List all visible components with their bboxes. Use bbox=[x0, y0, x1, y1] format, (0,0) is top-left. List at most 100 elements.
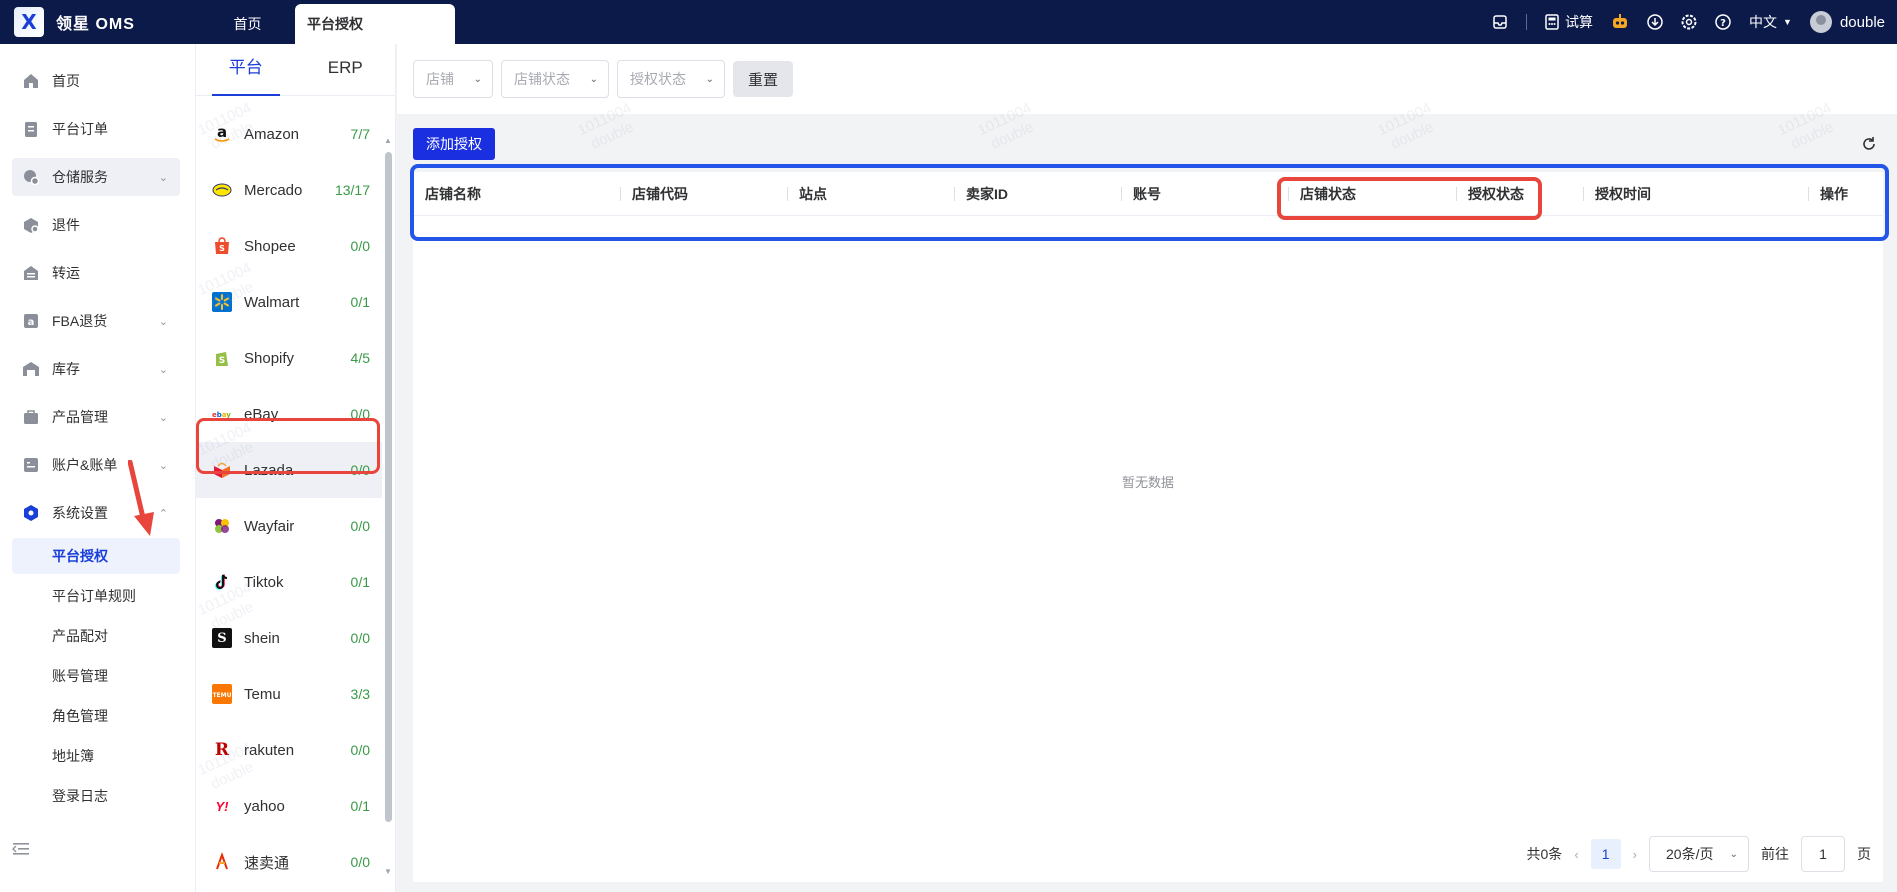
page-number-button[interactable]: 1 bbox=[1590, 839, 1621, 869]
wayfair-logo-icon bbox=[212, 516, 232, 536]
store-select[interactable]: 店铺 ⌄ bbox=[413, 60, 493, 98]
chevron-down-icon: ⌄ bbox=[158, 363, 168, 376]
platform-name: rakuten bbox=[244, 741, 295, 759]
chevron-down-icon: ⌄ bbox=[473, 73, 482, 85]
sidebar-subitem-order-rules[interactable]: 平台订单规则 bbox=[12, 578, 180, 614]
next-page-icon[interactable]: › bbox=[1633, 847, 1637, 862]
platform-name: 速卖通 bbox=[244, 854, 290, 872]
scroll-down-icon[interactable]: ▼ bbox=[384, 867, 392, 876]
mercado-logo-icon bbox=[212, 180, 232, 200]
sidebar-item-transfer[interactable]: 转运 bbox=[12, 254, 180, 292]
user-menu[interactable]: double bbox=[1809, 11, 1885, 33]
scroll-up-icon[interactable]: ▲ bbox=[384, 136, 392, 145]
trial-calc-button[interactable]: 试算 bbox=[1545, 12, 1593, 32]
tab-platform-label: 平台 bbox=[228, 58, 263, 77]
chevron-down-icon: ⌄ bbox=[1729, 848, 1738, 860]
sidebar-item-label: 退件 bbox=[52, 217, 80, 233]
platform-item-shopify[interactable]: S Shopify 4/5 bbox=[196, 330, 382, 386]
sidebar-item-products[interactable]: 产品管理 ⌄ bbox=[12, 398, 180, 436]
annotation-highlight-status-columns bbox=[1277, 177, 1542, 220]
tab-platform-auth[interactable]: 平台授权 bbox=[295, 4, 455, 44]
sidebar-subitem-label: 地址簿 bbox=[52, 748, 94, 764]
sidebar-item-fba-returns[interactable]: a FBA退货 ⌄ bbox=[12, 302, 180, 340]
tab-home[interactable]: 首页 bbox=[200, 0, 295, 44]
download-icon[interactable] bbox=[1647, 14, 1663, 30]
sidebar-subitem-login-log[interactable]: 登录日志 bbox=[12, 778, 180, 814]
platform-item-wayfair[interactable]: Wayfair 0/0 bbox=[196, 498, 382, 554]
platform-name: shein bbox=[244, 629, 280, 647]
tab-platform[interactable]: 平台 bbox=[196, 44, 296, 95]
platform-count: 0/0 bbox=[350, 630, 370, 646]
platform-item-walmart[interactable]: Walmart 0/1 bbox=[196, 274, 382, 330]
platform-name: Shopify bbox=[244, 349, 295, 367]
chevron-up-icon: ⌃ bbox=[158, 507, 168, 520]
platform-item-amazon[interactable]: a Amazon 7/7 bbox=[196, 106, 382, 162]
platform-item-mercado[interactable]: Mercado 13/17 bbox=[196, 162, 382, 218]
sidebar-item-label: 平台订单 bbox=[52, 121, 108, 137]
platform-item-aliexpress[interactable]: 速卖通 0/0 bbox=[196, 834, 382, 890]
platform-item-temu[interactable]: TEMU Temu 3/3 bbox=[196, 666, 382, 722]
platform-name: Walmart bbox=[244, 293, 300, 311]
platform-name: yahoo bbox=[244, 797, 285, 815]
platform-count: 3/3 bbox=[350, 686, 370, 702]
page-size-select[interactable]: 20条/页 ⌄ bbox=[1649, 836, 1749, 872]
prev-page-icon[interactable]: ‹ bbox=[1574, 847, 1578, 862]
scrollbar-thumb[interactable] bbox=[385, 152, 392, 822]
clipboard-icon bbox=[22, 120, 40, 138]
platform-item-tiktok[interactable]: Tiktok 0/1 bbox=[196, 554, 382, 610]
sidebar-subitem-address-book[interactable]: 地址簿 bbox=[12, 738, 180, 774]
refresh-icon[interactable] bbox=[1861, 136, 1877, 157]
rakuten-logo-icon: R bbox=[214, 740, 230, 760]
settings-icon[interactable] bbox=[1681, 14, 1697, 30]
tab-erp-label: ERP bbox=[327, 58, 363, 77]
sidebar-subitem-platform-auth[interactable]: 平台授权 bbox=[12, 538, 180, 574]
inventory-icon bbox=[22, 360, 40, 378]
platform-item-yahoo[interactable]: Y! yahoo 0/1 bbox=[196, 778, 382, 834]
chevron-down-icon: ⌄ bbox=[158, 315, 168, 328]
sidebar-item-platform-orders[interactable]: 平台订单 bbox=[12, 110, 180, 148]
platform-item-rakuten[interactable]: R rakuten 0/0 bbox=[196, 722, 382, 778]
sidebar-item-home[interactable]: 首页 bbox=[12, 62, 180, 100]
sidebar-item-label: 首页 bbox=[52, 73, 80, 89]
store-status-placeholder: 店铺状态 bbox=[514, 71, 570, 87]
platform-scrollbar[interactable]: ▲ ▼ bbox=[383, 106, 393, 876]
inbox-icon[interactable] bbox=[1492, 14, 1508, 30]
fba-icon: a bbox=[22, 312, 40, 330]
tab-erp[interactable]: ERP bbox=[296, 44, 396, 95]
platform-item-shopee[interactable]: S Shopee 0/0 bbox=[196, 218, 382, 274]
svg-text:S: S bbox=[219, 244, 225, 253]
chevron-down-icon: ⌄ bbox=[158, 171, 168, 184]
goto-page-input[interactable]: 1 bbox=[1801, 836, 1845, 872]
sidebar-item-warehouse[interactable]: 仓储服务 ⌄ bbox=[12, 158, 180, 196]
auth-status-select[interactable]: 授权状态 ⌄ bbox=[617, 60, 725, 98]
sidebar-item-inventory[interactable]: 库存 ⌄ bbox=[12, 350, 180, 388]
add-authorization-button[interactable]: 添加授权 bbox=[413, 128, 495, 160]
sidebar-item-label: 产品管理 bbox=[52, 409, 108, 425]
filter-bar: 店铺 ⌄ 店铺状态 ⌄ 授权状态 ⌄ 重置 bbox=[397, 44, 1897, 114]
sidebar-subitem-account-mgmt[interactable]: 账号管理 bbox=[12, 658, 180, 694]
page-size-label: 20条/页 bbox=[1666, 846, 1714, 862]
sidebar-subitem-product-match[interactable]: 产品配对 bbox=[12, 618, 180, 654]
sidebar-subitem-role-mgmt[interactable]: 角色管理 bbox=[12, 698, 180, 734]
reset-button[interactable]: 重置 bbox=[733, 61, 793, 97]
platform-count: 0/0 bbox=[350, 742, 370, 758]
language-switcher[interactable]: 中文 ▼ bbox=[1749, 12, 1792, 32]
logo-mark-icon: X bbox=[14, 7, 44, 37]
app-logo[interactable]: X 领星 OMS bbox=[0, 7, 200, 37]
help-icon[interactable]: ? bbox=[1715, 14, 1731, 30]
platform-item-shein[interactable]: S shein 0/0 bbox=[196, 610, 382, 666]
sidebar-item-returns[interactable]: 退件 bbox=[12, 206, 180, 244]
robot-icon[interactable] bbox=[1611, 14, 1629, 30]
temu-logo-icon: TEMU bbox=[212, 684, 232, 704]
sidebar-subitem-label: 账号管理 bbox=[52, 668, 108, 684]
platform-name: Tiktok bbox=[244, 573, 284, 591]
active-tab-indicator bbox=[212, 94, 280, 96]
sidebar-item-label: 仓储服务 bbox=[52, 169, 108, 185]
store-status-select[interactable]: 店铺状态 ⌄ bbox=[501, 60, 609, 98]
tab-home-label: 首页 bbox=[233, 16, 262, 32]
collapse-sidebar-icon[interactable] bbox=[12, 841, 30, 862]
annotation-highlight-lazada bbox=[196, 418, 380, 474]
sidebar-item-label: 转运 bbox=[52, 265, 80, 281]
sidebar-item-label: 系统设置 bbox=[52, 505, 108, 521]
sidebar-item-label: 库存 bbox=[52, 361, 80, 377]
